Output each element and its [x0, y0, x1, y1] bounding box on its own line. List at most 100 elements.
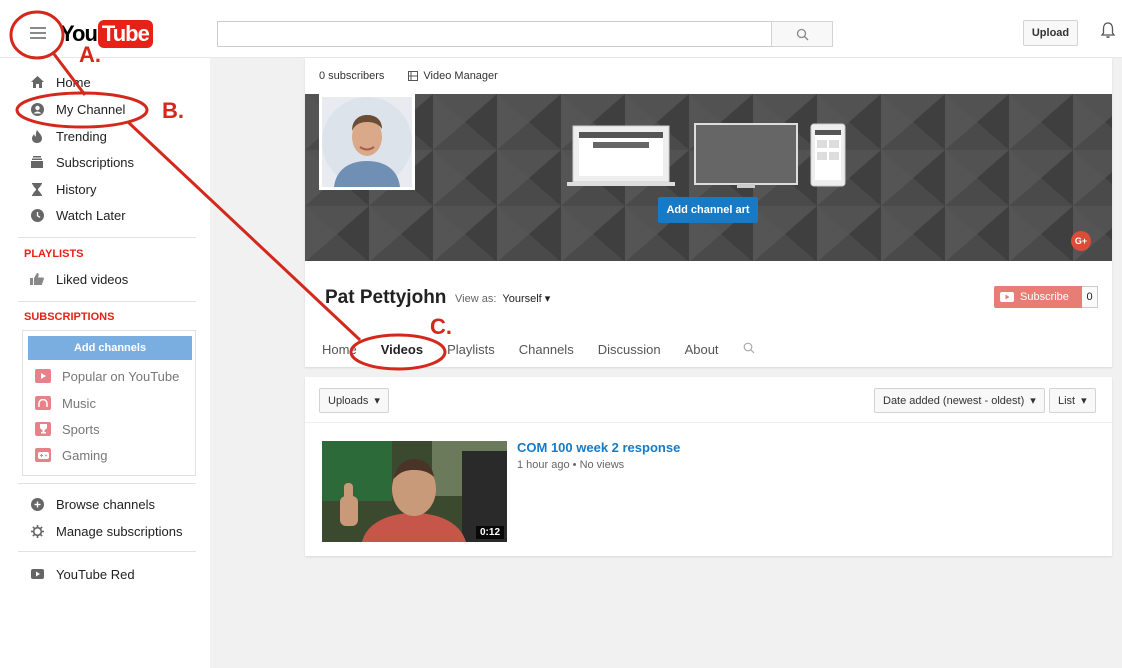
subscribe-button[interactable]: Subscribe: [994, 286, 1082, 308]
subscription-item-music[interactable]: Music: [23, 391, 195, 415]
subscribe-label: Subscribe: [1020, 291, 1069, 303]
tab-home[interactable]: Home: [322, 342, 357, 357]
sidebar-item-label: Liked videos: [56, 271, 129, 287]
sort-label: Date added (newest - oldest): [883, 394, 1025, 407]
add-channels-button[interactable]: Add channels: [28, 336, 192, 360]
tab-videos[interactable]: Videos: [381, 342, 423, 357]
search-icon: [796, 28, 808, 40]
annotation-label-c: C.: [430, 314, 452, 339]
uploads-dropdown[interactable]: Uploads ▾: [319, 388, 389, 413]
sidebar-item-label: Browse channels: [56, 496, 155, 512]
subscription-item-popular[interactable]: Popular on YouTube: [23, 364, 195, 388]
sidebar-item-label: Watch Later: [56, 207, 126, 223]
channel-tabs: Home Videos Playlists Channels Discussio…: [322, 342, 779, 357]
view-as-value: Yourself: [502, 293, 542, 305]
user-circle-icon: [30, 102, 44, 116]
logo-tube-text: Tube: [97, 20, 153, 48]
subscription-label: Gaming: [62, 447, 108, 463]
headphones-icon: [35, 396, 51, 410]
clock-icon: [30, 208, 44, 222]
google-plus-icon[interactable]: G+: [1071, 231, 1091, 251]
chevron-down-icon: ▾: [1081, 395, 1087, 407]
guide-sidebar: Home My Channel Trending Subscriptions H…: [0, 58, 210, 668]
tab-about[interactable]: About: [685, 342, 719, 357]
sidebar-item-label: My Channel: [56, 101, 126, 117]
video-title-link[interactable]: COM 100 week 2 response: [517, 440, 680, 455]
playlists-section-title: PLAYLISTS: [24, 248, 84, 260]
video-manager-icon: [408, 71, 419, 81]
videos-list-card: Uploads ▾ Date added (newest - oldest) ▾ L…: [305, 377, 1112, 556]
subscriptions-icon: [30, 155, 44, 169]
channel-banner: Add channel art G+: [305, 94, 1112, 261]
chevron-down-icon: ▾: [544, 293, 551, 305]
popular-icon: [35, 369, 51, 383]
subscription-item-gaming[interactable]: Gaming: [23, 443, 195, 467]
sidebar-item-browse-channels[interactable]: Browse channels: [0, 491, 210, 517]
channel-name: Pat Pettyjohn: [325, 287, 447, 308]
notification-bell-icon[interactable]: [1100, 21, 1116, 42]
sidebar-item-subscriptions[interactable]: Subscriptions: [0, 149, 210, 175]
view-as-dropdown[interactable]: Yourself ▾: [502, 292, 550, 305]
gear-icon: [30, 524, 44, 538]
search-input[interactable]: [217, 21, 771, 47]
add-channel-art-button[interactable]: Add channel art: [658, 197, 758, 223]
search-button[interactable]: [771, 21, 833, 47]
subscription-label: Popular on YouTube: [62, 368, 180, 384]
video-thumbnail[interactable]: 0:12: [322, 441, 507, 542]
sidebar-item-history[interactable]: History: [0, 176, 210, 202]
subscriptions-box: Add channels Popular on YouTube Music Sp…: [22, 330, 196, 476]
gamepad-icon: [35, 448, 51, 462]
sidebar-item-home[interactable]: Home: [0, 69, 210, 95]
tab-playlists[interactable]: Playlists: [447, 342, 495, 357]
channel-search-icon[interactable]: [743, 342, 755, 357]
youtube-red-icon: [30, 567, 44, 581]
subscriptions-section-title: SUBSCRIPTIONS: [24, 311, 115, 323]
sidebar-divider: [18, 301, 196, 302]
masthead: You Tube Upload: [0, 0, 1122, 58]
video-manager-link[interactable]: Video Manager: [408, 70, 498, 82]
phone-graphic: [810, 123, 846, 187]
tab-channels[interactable]: Channels: [519, 342, 574, 357]
youtube-play-icon: [1000, 292, 1014, 302]
chevron-down-icon: ▾: [1030, 395, 1036, 407]
hamburger-menu-icon[interactable]: [30, 27, 46, 39]
sidebar-item-label: Home: [56, 74, 91, 90]
sidebar-item-watch-later[interactable]: Watch Later: [0, 202, 210, 228]
sidebar-item-liked-videos[interactable]: Liked videos: [0, 266, 210, 292]
sidebar-item-trending[interactable]: Trending: [0, 123, 210, 149]
video-manager-label: Video Manager: [423, 70, 498, 82]
sidebar-item-manage-subscriptions[interactable]: Manage subscriptions: [0, 518, 210, 544]
subscription-label: Sports: [62, 421, 100, 437]
upload-button[interactable]: Upload: [1023, 20, 1078, 46]
channel-header-card: 0 subscribers Video Manager Add channel …: [305, 58, 1112, 367]
tv-graphic: [694, 123, 798, 188]
tab-discussion[interactable]: Discussion: [598, 342, 661, 357]
view-mode-label: List: [1058, 394, 1076, 407]
view-as-label: View as:: [455, 292, 497, 305]
sidebar-item-label: Manage subscriptions: [56, 523, 183, 539]
annotation-label-b: B.: [162, 98, 184, 123]
sidebar-item-label: YouTube Red: [56, 566, 135, 582]
chevron-down-icon: ▾: [374, 395, 380, 407]
video-duration: 0:12: [475, 526, 504, 539]
banner-pattern: [305, 94, 1112, 261]
view-as-control: View as: Yourself ▾: [455, 292, 550, 306]
sort-dropdown[interactable]: Date added (newest - oldest) ▾: [874, 388, 1045, 413]
sidebar-item-youtube-red[interactable]: YouTube Red: [0, 561, 210, 587]
youtube-logo[interactable]: You Tube: [60, 20, 153, 48]
subscribe-count: 0: [1082, 286, 1098, 308]
video-meta: 1 hour ago • No views: [517, 459, 625, 471]
laptop-graphic: [567, 125, 675, 186]
channel-topline: 0 subscribers Video Manager: [319, 70, 498, 82]
flame-icon: [30, 129, 44, 143]
trophy-icon: [35, 422, 51, 436]
sidebar-divider: [18, 551, 196, 552]
view-mode-dropdown[interactable]: List ▾: [1049, 388, 1096, 413]
subscription-item-sports[interactable]: Sports: [23, 417, 195, 441]
sidebar-item-label: Subscriptions: [56, 154, 135, 170]
sidebar-item-label: Trending: [56, 128, 107, 144]
person-avatar-icon: [322, 97, 412, 187]
channel-avatar[interactable]: [319, 94, 415, 190]
sidebar-item-label: History: [56, 181, 97, 197]
hourglass-icon: [30, 182, 44, 196]
